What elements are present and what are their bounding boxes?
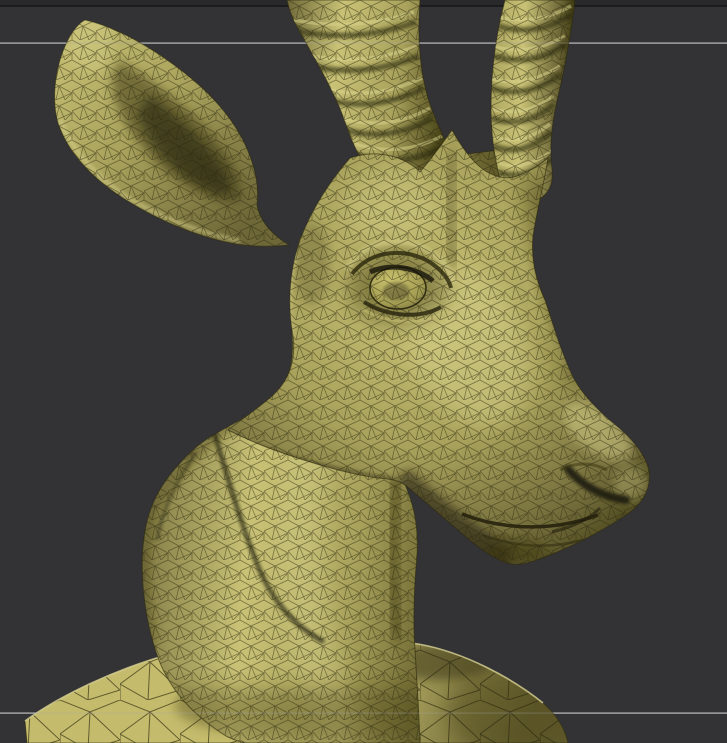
gazelle-bust-mesh[interactable] — [24, 0, 650, 743]
guide-line-bottom-overlay — [0, 712, 727, 714]
guide-line-top-overlay — [0, 42, 727, 44]
ear-wireframe-overlay — [54, 20, 290, 247]
viewport-canvas[interactable] — [0, 0, 727, 743]
scene-svg — [0, 0, 727, 743]
left-ear — [54, 19, 290, 247]
